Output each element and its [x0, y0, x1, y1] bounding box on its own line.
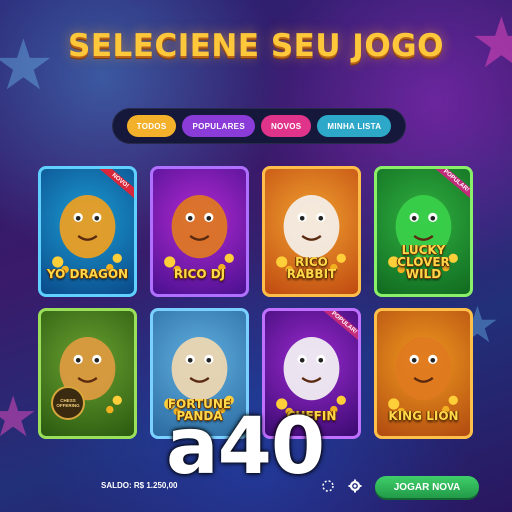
background-star: ★	[0, 385, 39, 450]
gear-icon[interactable]	[345, 476, 365, 496]
play-button[interactable]: JOGAR NOVA	[375, 476, 479, 498]
game-card[interactable]: KING LION	[374, 308, 473, 439]
filter-bar: TODOS POPULARES NOVOS MINHA LISTA	[112, 108, 406, 144]
game-card[interactable]: RICO DJ	[150, 166, 249, 297]
filter-tab-novos[interactable]: NOVOS	[260, 115, 312, 137]
game-title: RICO RABBIT	[286, 255, 337, 281]
watermark-text: a40	[166, 402, 325, 492]
game-card[interactable]: NOVO! YO DRAGON	[38, 166, 137, 297]
game-title: LUCKY CLOVER WILD	[397, 243, 450, 281]
page-title: SELECIENE SEU JOGO	[68, 28, 444, 64]
filter-tab-todos[interactable]: TODOS	[126, 115, 177, 137]
game-title: YO DRAGON	[46, 267, 129, 281]
game-card[interactable]: RICO RABBIT	[262, 166, 361, 297]
game-card[interactable]: CHESS OFFERING	[38, 308, 137, 439]
card-badge: CHESS OFFERING	[51, 386, 85, 420]
filter-tab-populares[interactable]: POPULARES	[182, 115, 255, 137]
game-title: RICO DJ	[173, 267, 226, 281]
game-grid: NOVO! YO DRAGON RICO DJ RICO RABBIT POPULAR!…	[38, 166, 473, 439]
filter-tab-minha-lista[interactable]: MINHA LISTA	[317, 115, 392, 137]
game-title: KING LION	[388, 409, 459, 423]
game-card[interactable]: POPULAR! LUCKY CLOVER WILD	[374, 166, 473, 297]
